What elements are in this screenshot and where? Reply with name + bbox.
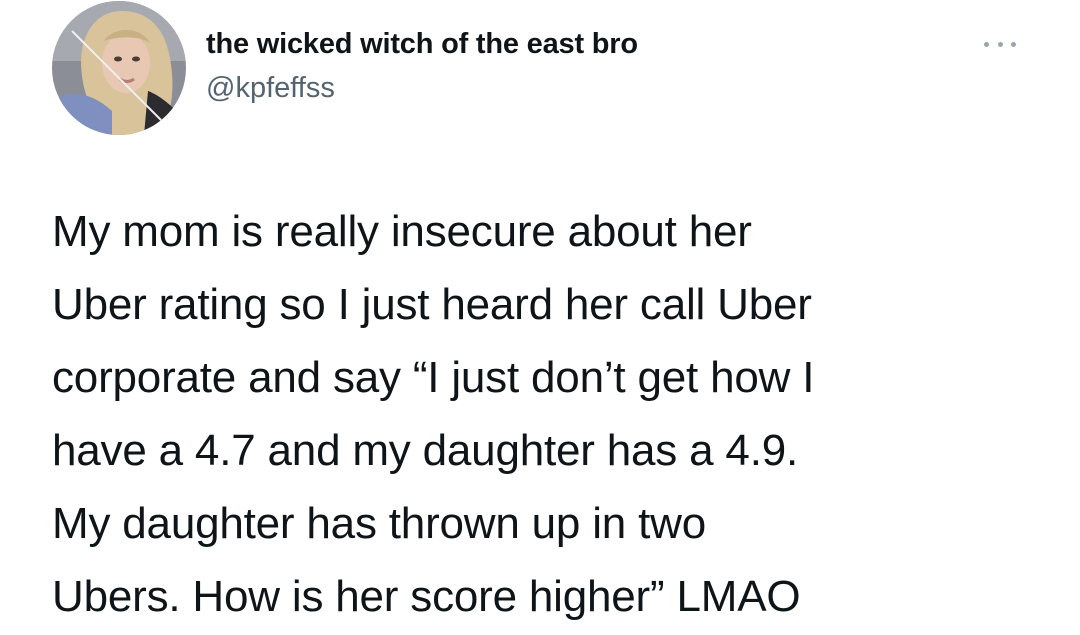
more-dot — [1011, 41, 1016, 47]
tweet-text-line: Uber rating so I just heard her call Ube… — [52, 280, 812, 329]
author-avatar[interactable] — [52, 1, 186, 135]
more-horizontal-icon[interactable] — [984, 36, 1016, 52]
avatar-photo — [52, 1, 186, 135]
tweet-text-line: My mom is really insecure about her — [52, 207, 752, 256]
tweet-text-line: corporate and say “I just don’t get how … — [52, 353, 815, 402]
author-info: the wicked witch of the east bro @kpfeff… — [206, 22, 638, 110]
author-handle[interactable]: @kpfeffss — [206, 66, 638, 110]
author-display-name[interactable]: the wicked witch of the east bro — [206, 22, 638, 66]
tweet-text: My mom is really insecure about her Uber… — [52, 195, 1052, 633]
more-dot — [997, 41, 1003, 47]
tweet-card: the wicked witch of the east bro @kpfeff… — [0, 0, 1080, 635]
more-dot — [984, 41, 989, 47]
tweet-text-line: My daughter has thrown up in two — [52, 499, 706, 548]
tweet-text-line: have a 4.7 and my daughter has a 4.9. — [52, 426, 799, 475]
tweet-text-line: Ubers. How is her score higher” LMAO — [52, 572, 801, 621]
